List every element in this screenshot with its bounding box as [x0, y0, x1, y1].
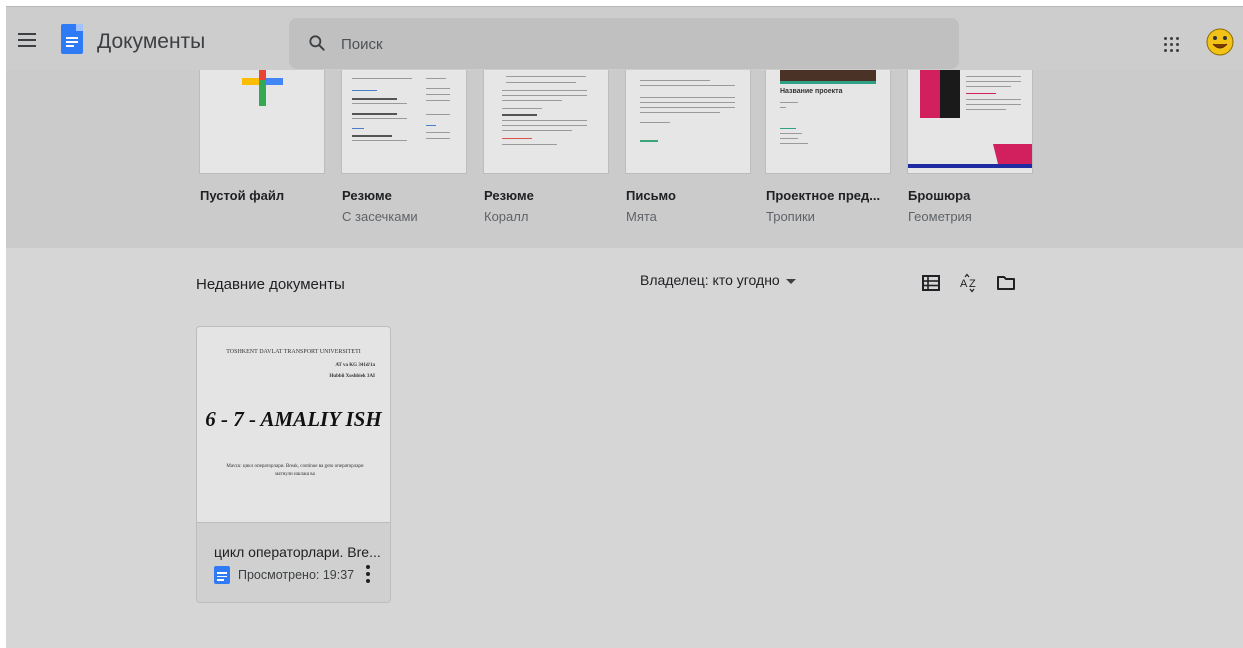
brochure-shape-decoration — [908, 144, 1032, 168]
app-title[interactable]: Документы — [97, 30, 205, 54]
folder-icon[interactable] — [996, 273, 1016, 293]
hamburger-menu-icon[interactable] — [18, 33, 36, 47]
search-bar[interactable] — [289, 18, 959, 69]
plus-icon — [242, 70, 283, 106]
template-letter-mint[interactable]: Письмо Мята — [625, 70, 751, 224]
template-blank[interactable]: Пустой файл — [199, 70, 325, 203]
owner-filter-dropdown[interactable]: Владелец: кто угодно — [640, 272, 796, 288]
apps-grid-icon[interactable] — [1164, 37, 1180, 53]
preview-university: TOSHKENT DAVLAT TRANSPORT UNIVERSITETI — [226, 349, 361, 355]
template-subtitle: Мята — [626, 209, 657, 224]
template-thumbnail[interactable] — [341, 70, 467, 174]
sort-az-icon[interactable]: A Z — [959, 273, 979, 293]
document-viewed-time: Просмотрено: 19:37 — [238, 568, 355, 582]
template-name: Пустой файл — [200, 188, 285, 203]
preview-line1: AT va KG 341d/1a — [335, 363, 375, 368]
template-name: Брошюра — [908, 188, 971, 203]
top-bar: Документы — [6, 6, 1243, 70]
list-view-icon[interactable] — [921, 273, 941, 293]
search-icon[interactable] — [307, 33, 327, 53]
template-thumbnail[interactable] — [625, 70, 751, 174]
template-thumbnail[interactable] — [483, 70, 609, 174]
template-name: Проектное пред... — [766, 188, 881, 203]
template-thumbnail[interactable] — [199, 70, 325, 174]
template-name: Письмо — [626, 188, 676, 203]
template-name: Резюме — [342, 188, 392, 203]
template-subtitle: Коралл — [484, 209, 529, 224]
caret-down-icon — [785, 278, 796, 284]
docs-file-icon — [214, 566, 230, 584]
template-thumbnail[interactable] — [907, 70, 1033, 174]
smiley-avatar[interactable] — [1205, 27, 1235, 57]
document-name: цикл операторлари. Bre... — [214, 544, 381, 560]
preview-text: Mavzu: цикл операторлари. Break, continu… — [226, 464, 364, 477]
template-subtitle: Геометрия — [908, 209, 972, 224]
template-thumb-heading: Название проекта — [780, 88, 843, 95]
app-window: Документы Поиск Пустой файл Резюме С зас… — [6, 6, 1243, 648]
owner-filter-label: Владелец: кто угодно — [640, 272, 780, 288]
recent-documents-title: Недавние документы — [196, 276, 345, 293]
template-subtitle: С засечками — [342, 209, 418, 224]
template-brochure-geometry[interactable]: Брошюра Геометрия — [907, 70, 1033, 224]
template-subtitle: Тропики — [766, 209, 815, 224]
svg-text:Z: Z — [969, 278, 976, 290]
more-vert-icon[interactable] — [363, 563, 373, 585]
template-gallery: Пустой файл Резюме С засечками Резюме Ко… — [6, 70, 1243, 248]
template-project-tropics[interactable]: Название проекта Проектное пред... Тропи… — [765, 70, 891, 224]
svg-text:A: A — [960, 278, 968, 290]
preview-title: 6 - 7 - AMALIY ISH — [205, 407, 382, 431]
template-thumbnail[interactable]: Название проекта — [765, 70, 891, 174]
document-card[interactable]: TOSHKENT DAVLAT TRANSPORT UNIVERSITETI A… — [196, 326, 391, 603]
preview-line2: Hubbii Xoshbiek 3AI — [329, 374, 375, 379]
search-input[interactable] — [341, 32, 901, 56]
template-name: Резюме — [484, 188, 534, 203]
docs-logo-icon[interactable] — [61, 24, 83, 54]
template-resume-serif[interactable]: Резюме С засечками — [341, 70, 467, 224]
document-preview[interactable]: TOSHKENT DAVLAT TRANSPORT UNIVERSITETI A… — [197, 327, 390, 523]
template-resume-coral[interactable]: Резюме Коралл — [483, 70, 609, 224]
